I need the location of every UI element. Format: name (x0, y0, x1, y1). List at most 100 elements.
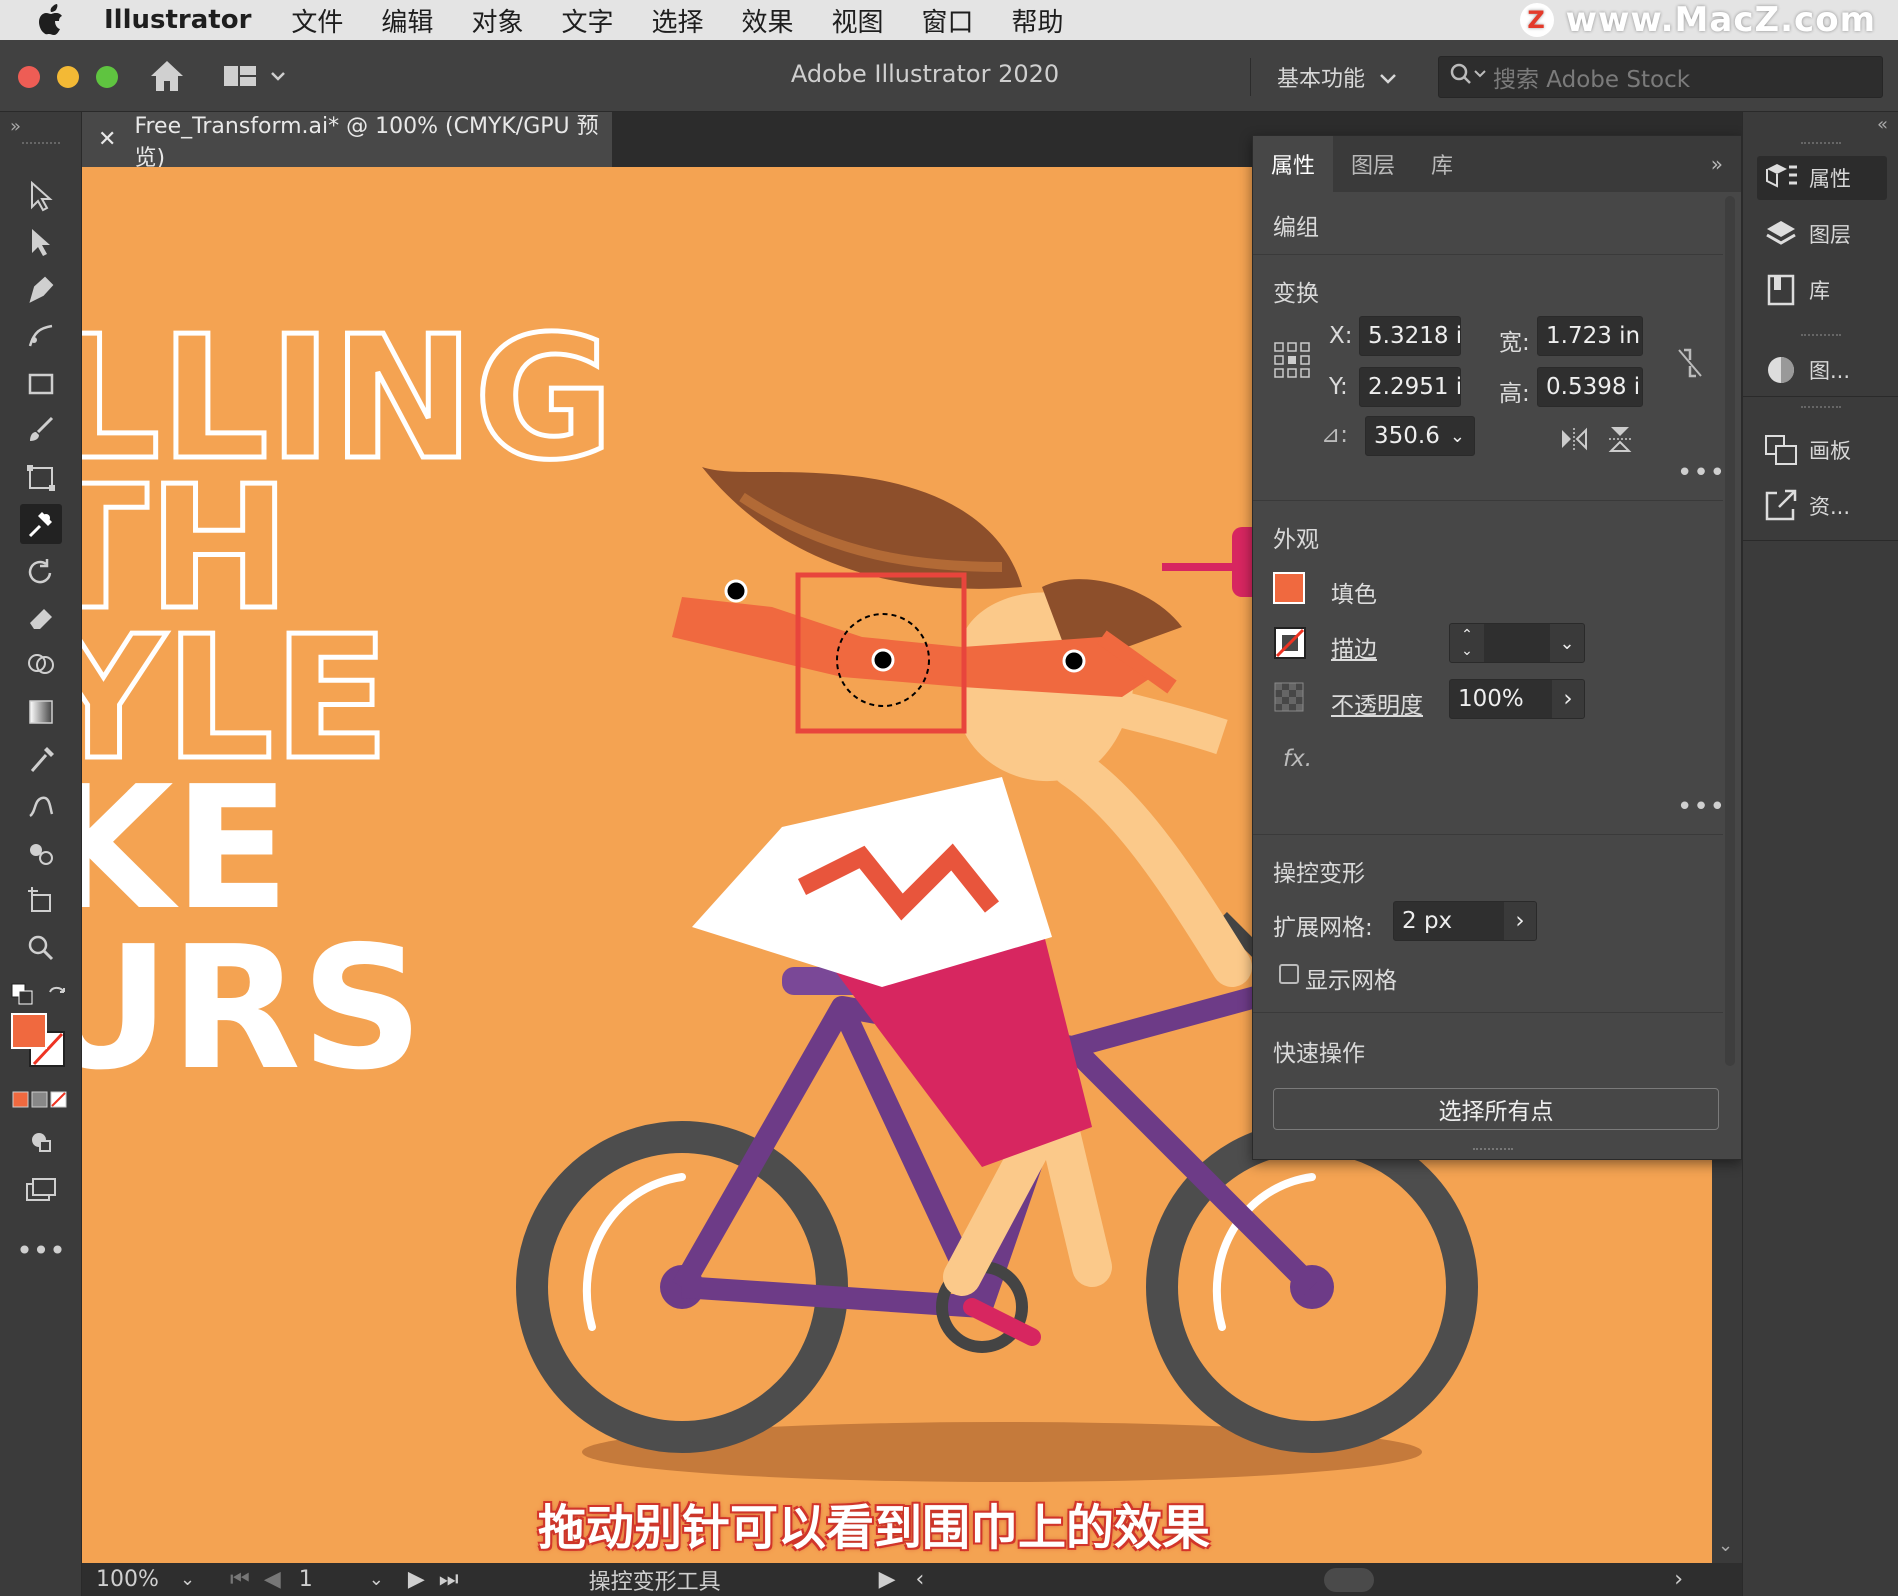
color-mode-buttons[interactable] (12, 1090, 68, 1114)
default-fill-stroke-icon[interactable] (10, 982, 36, 1012)
direct-selection-tool-icon[interactable] (20, 222, 62, 262)
dock-asset-export[interactable]: 资... (1757, 484, 1887, 528)
scroll-right-icon[interactable]: › (1674, 1567, 1683, 1592)
reference-point-icon[interactable] (1273, 341, 1311, 383)
expand-dock-icon[interactable]: « (1877, 114, 1888, 135)
stroke-dropdown-icon[interactable]: ⌄ (1550, 624, 1584, 662)
y-field[interactable]: 2.2951 i (1359, 367, 1461, 407)
puppet-pin-selected[interactable] (871, 648, 895, 672)
puppet-pin[interactable] (724, 579, 748, 603)
menu-type[interactable]: 文字 (561, 2, 613, 39)
next-artboard-icon[interactable]: ▶ (408, 1567, 425, 1592)
menu-help[interactable]: 帮助 (1012, 2, 1064, 39)
status-menu-icon[interactable]: ▶ (879, 1567, 896, 1592)
panel-scrollbar[interactable] (1725, 196, 1735, 1066)
menu-object[interactable]: 对象 (471, 2, 523, 39)
scroll-left-icon[interactable]: ‹ (915, 1567, 924, 1592)
show-mesh-label[interactable]: 显示网格 (1305, 961, 1397, 995)
fill-stroke-swatches[interactable] (10, 1012, 72, 1076)
symbol-sprayer-tool-icon[interactable] (20, 834, 62, 874)
home-icon[interactable] (148, 58, 186, 98)
apple-icon[interactable] (38, 3, 78, 37)
expand-mesh-slider-icon[interactable]: › (1504, 902, 1536, 940)
expand-mesh-field[interactable]: 2 px › (1393, 901, 1537, 941)
x-field[interactable]: 5.3218 i (1359, 316, 1461, 356)
edit-toolbar-icon[interactable]: ••• (16, 1230, 66, 1270)
workspace-switcher[interactable]: 基本功能 (1250, 58, 1397, 96)
pen-tool-icon[interactable] (20, 270, 62, 310)
collapse-toolbar-icon[interactable]: » (10, 116, 21, 137)
close-window-button[interactable] (18, 66, 40, 88)
dock-grip[interactable] (1801, 334, 1841, 338)
angle-field[interactable]: 350.6 ⌄ (1365, 416, 1475, 456)
arrange-documents-icon[interactable] (222, 62, 288, 96)
last-artboard-icon[interactable]: ⏭ (439, 1567, 459, 1592)
opacity-field[interactable]: 100% › (1449, 679, 1585, 719)
first-artboard-icon[interactable]: ⏮ (230, 1567, 250, 1592)
zoom-dropdown-icon[interactable]: ⌄ (180, 1569, 220, 1590)
constrain-proportions-icon[interactable] (1675, 346, 1705, 384)
draw-mode-icon[interactable] (20, 1122, 62, 1162)
menu-effect[interactable]: 效果 (741, 2, 793, 39)
menu-file[interactable]: 文件 (291, 2, 343, 39)
artboard-number[interactable]: 1 (299, 1567, 369, 1592)
stroke-label[interactable]: 描边 (1331, 630, 1377, 664)
stroke-weight-field[interactable]: ⌃ ⌄ ⌄ (1449, 623, 1585, 663)
menu-window[interactable]: 窗口 (922, 2, 974, 39)
menu-app-name[interactable]: Illustrator (104, 5, 251, 35)
fill-label[interactable]: 填色 (1331, 575, 1377, 609)
angle-dropdown-icon[interactable]: ⌄ (1450, 426, 1465, 447)
fx-effects-button[interactable]: fx. (1283, 746, 1312, 772)
zoom-window-button[interactable] (96, 66, 118, 88)
puppet-pin[interactable] (1062, 649, 1086, 673)
zoom-level[interactable]: 100% (96, 1567, 180, 1592)
zoom-tool-icon[interactable] (20, 928, 62, 968)
blend-tool-icon[interactable] (20, 786, 62, 826)
document-tab[interactable]: ✕ Free_Transform.ai* @ 100% (CMYK/GPU 预览… (82, 112, 612, 171)
height-field[interactable]: 0.5398 ir (1537, 367, 1643, 407)
width-field[interactable]: 1.723 in (1537, 316, 1643, 356)
screen-mode-icon[interactable] (20, 1170, 62, 1210)
paintbrush-tool-icon[interactable] (20, 410, 62, 450)
free-transform-tool-icon[interactable] (20, 458, 62, 498)
panel-resize-grip[interactable] (1473, 1148, 1513, 1154)
eyedropper-tool-icon[interactable] (20, 740, 62, 780)
tab-layers[interactable]: 图层 (1333, 136, 1413, 192)
flip-horizontal-icon[interactable] (1559, 426, 1589, 456)
curvature-tool-icon[interactable] (20, 316, 62, 356)
stroke-color-swatch[interactable] (1273, 626, 1307, 664)
more-transform-options-icon[interactable]: ••• (1677, 458, 1726, 488)
horizontal-scroll-thumb[interactable] (1324, 1567, 1375, 1592)
gradient-tool-icon[interactable] (20, 692, 62, 732)
artboard-tool-icon[interactable] (20, 880, 62, 920)
rotate-tool-icon[interactable] (20, 552, 62, 592)
puppet-warp-tool-icon[interactable] (20, 504, 62, 544)
scroll-down-icon[interactable]: ⌄ (1718, 1535, 1733, 1556)
menu-edit[interactable]: 编辑 (381, 2, 433, 39)
tab-properties[interactable]: 属性 (1253, 136, 1334, 192)
search-input[interactable]: 搜索 Adobe Stock (1493, 60, 1690, 94)
dock-grip[interactable] (1801, 142, 1841, 146)
eraser-tool-icon[interactable] (20, 598, 62, 638)
toolbar-grip[interactable] (22, 142, 60, 146)
prev-artboard-icon[interactable]: ◀ (264, 1567, 281, 1592)
select-all-points-button[interactable]: 选择所有点 (1273, 1088, 1719, 1130)
swap-fill-stroke-icon[interactable] (46, 984, 72, 1012)
dock-layers[interactable]: 图层 (1757, 212, 1887, 256)
tab-libraries[interactable]: 库 (1413, 136, 1471, 192)
artboard-dropdown-icon[interactable]: ⌄ (369, 1569, 384, 1590)
dock-libraries[interactable]: 库 (1757, 268, 1887, 312)
more-appearance-options-icon[interactable]: ••• (1677, 792, 1726, 822)
stroke-stepper-icon[interactable]: ⌃ ⌄ (1450, 624, 1484, 662)
dock-artboards[interactable]: 画板 (1757, 428, 1887, 472)
rectangle-tool-icon[interactable] (20, 364, 62, 404)
opacity-label[interactable]: 不透明度 (1331, 686, 1423, 720)
dock-grip[interactable] (1801, 406, 1841, 410)
minimize-window-button[interactable] (57, 66, 79, 88)
show-mesh-checkbox[interactable] (1279, 964, 1299, 984)
close-tab-icon[interactable]: ✕ (98, 127, 116, 152)
fill-color-swatch[interactable] (1273, 572, 1305, 604)
selection-tool-icon[interactable] (20, 176, 62, 216)
shape-builder-tool-icon[interactable] (20, 646, 62, 686)
flip-vertical-icon[interactable] (1607, 424, 1633, 458)
